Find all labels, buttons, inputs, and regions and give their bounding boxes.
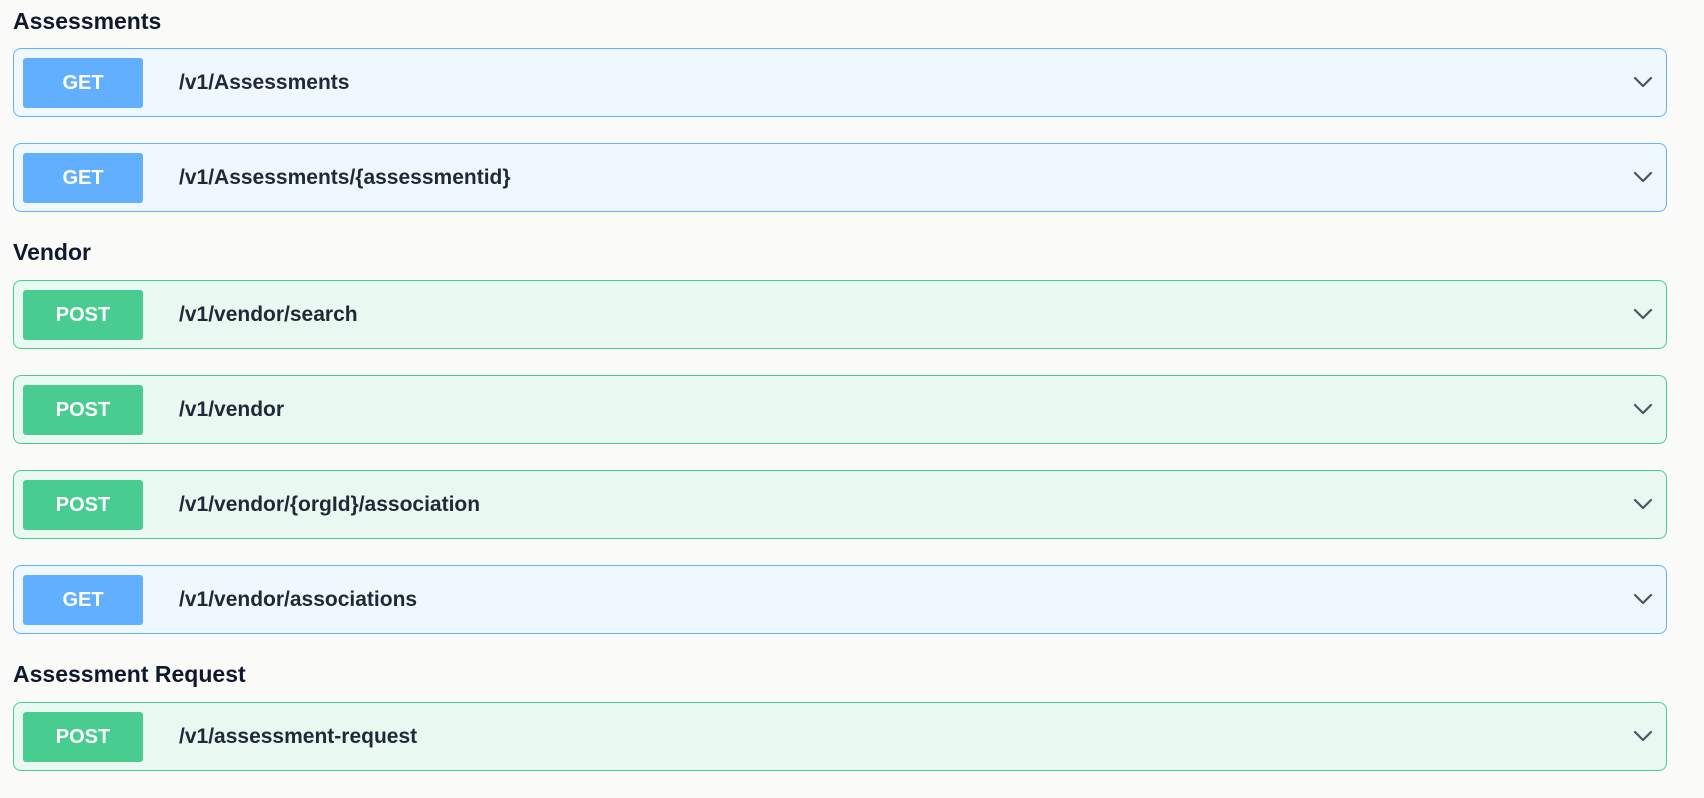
section-title-vendor[interactable]: Vendor xyxy=(13,241,91,264)
operation-path: /v1/vendor/associations xyxy=(179,587,418,611)
operation-get-assessment-by-id[interactable]: GET /v1/Assessments/{assessmentid} xyxy=(13,143,1667,212)
section-title-assessments[interactable]: Assessments xyxy=(13,10,161,33)
method-badge: POST xyxy=(23,480,143,530)
operation-path: /v1/vendor/search xyxy=(179,302,358,326)
chevron-down-icon[interactable] xyxy=(1628,394,1658,424)
method-badge: POST xyxy=(23,385,143,435)
operation-path: /v1/vendor/{orgId}/association xyxy=(179,492,481,516)
section-title-assessment-request[interactable]: Assessment Request xyxy=(13,663,246,686)
operation-post-assessment-request[interactable]: POST /v1/assessment-request xyxy=(13,702,1667,771)
operation-path: /v1/Assessments xyxy=(179,70,350,94)
chevron-down-icon[interactable] xyxy=(1628,162,1658,192)
operation-post-vendor[interactable]: POST /v1/vendor xyxy=(13,375,1667,444)
operation-post-vendor-search[interactable]: POST /v1/vendor/search xyxy=(13,280,1667,349)
operation-path: /v1/assessment-request xyxy=(179,724,418,748)
operation-get-vendor-associations[interactable]: GET /v1/vendor/associations xyxy=(13,565,1667,634)
method-badge: GET xyxy=(23,153,143,203)
operation-post-vendor-association[interactable]: POST /v1/vendor/{orgId}/association xyxy=(13,470,1667,539)
operation-path: /v1/vendor xyxy=(179,397,285,421)
method-badge: GET xyxy=(23,575,143,625)
operation-path: /v1/Assessments/{assessmentid} xyxy=(179,165,511,189)
chevron-down-icon[interactable] xyxy=(1628,489,1658,519)
method-badge: GET xyxy=(23,58,143,108)
method-badge: POST xyxy=(23,712,143,762)
chevron-down-icon[interactable] xyxy=(1628,584,1658,614)
method-badge: POST xyxy=(23,290,143,340)
chevron-down-icon[interactable] xyxy=(1628,721,1658,751)
chevron-down-icon[interactable] xyxy=(1628,67,1658,97)
chevron-down-icon[interactable] xyxy=(1628,299,1658,329)
operation-get-assessments[interactable]: GET /v1/Assessments xyxy=(13,48,1667,117)
